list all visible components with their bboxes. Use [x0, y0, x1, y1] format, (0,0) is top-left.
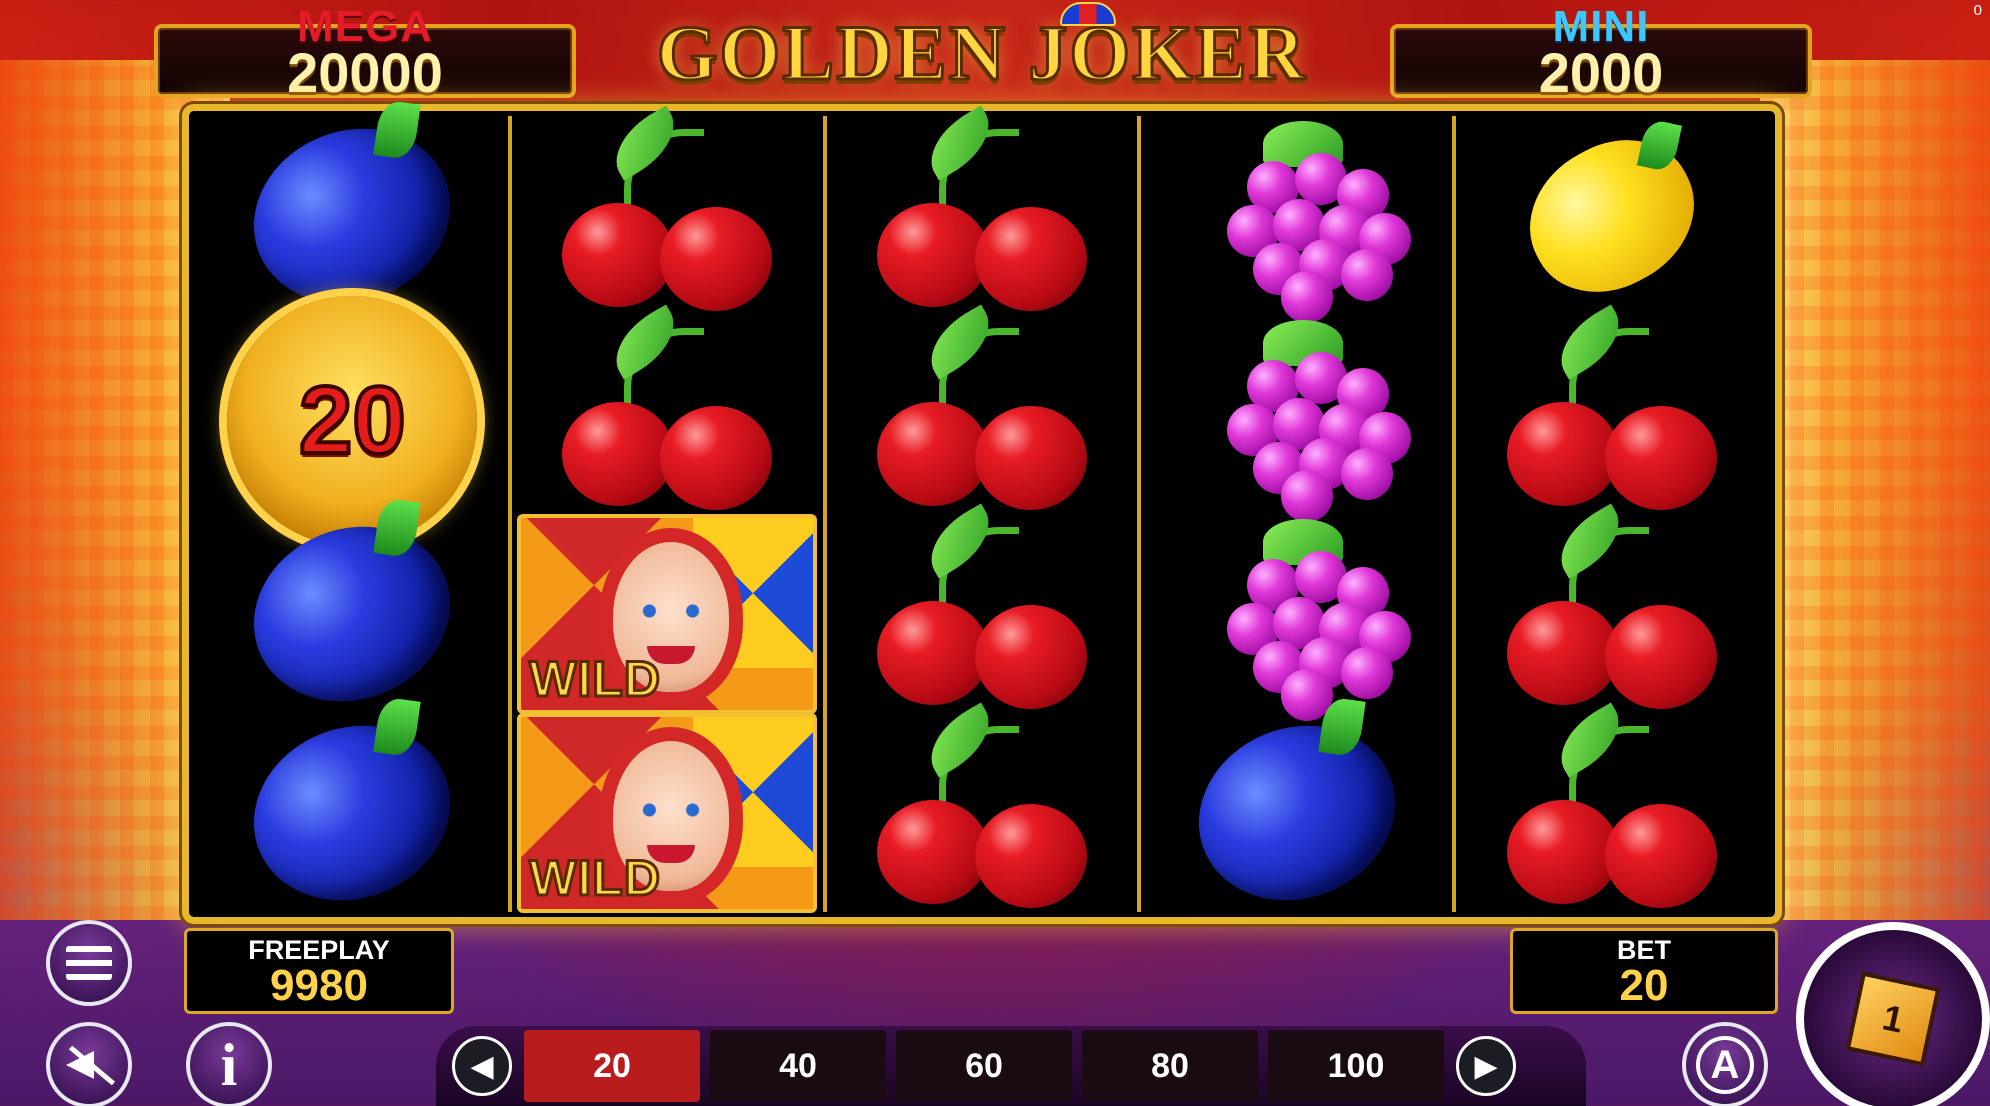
reel-cell: [1147, 117, 1447, 323]
info-button[interactable]: i: [186, 1022, 272, 1106]
reel-cell: [1147, 696, 1447, 929]
freeplay-value: 9980: [270, 961, 368, 1010]
reel-cell: [202, 99, 502, 332]
bet-selector: ◀ 20 40 60 80 100 ▶: [436, 1026, 1586, 1106]
chevron-right-icon: ▶: [1474, 1048, 1498, 1084]
reel-cell: [1462, 303, 1762, 514]
bet-option-40[interactable]: 40: [710, 1030, 886, 1102]
cherry-symbol: [562, 104, 773, 311]
reel-5: [1456, 113, 1767, 912]
cherry-symbol: [1506, 502, 1717, 709]
reel-1: 20: [197, 99, 512, 929]
chevron-left-icon: ◀: [470, 1048, 494, 1084]
bet-decrease-button[interactable]: ◀: [452, 1036, 512, 1096]
plum-symbol: [227, 497, 477, 730]
grapes-symbol: [1187, 120, 1411, 323]
reels-grid: 20 WILD WILD: [182, 99, 1782, 929]
wild-label: WILD: [528, 649, 662, 708]
autoplay-icon: A: [1696, 1036, 1754, 1094]
reel-4: [1141, 116, 1457, 929]
wild-joker-symbol: WILD: [517, 712, 818, 913]
cherry-symbol: [876, 502, 1087, 709]
reel-2: WILD WILD: [512, 104, 827, 913]
lemon-symbol: [1503, 113, 1720, 318]
grapes-symbol: [1187, 518, 1411, 721]
cherry-symbol: [562, 303, 773, 510]
grapes-symbol: [1187, 319, 1411, 522]
mini-jackpot: MINI 2000: [1390, 2, 1812, 104]
reel-cell: [1147, 316, 1447, 522]
info-icon: i: [220, 1032, 238, 1098]
game-logo: GOLDEN JOKER 100: [612, 2, 1352, 188]
mega-jackpot: MEGA 20000: [154, 2, 576, 104]
jester-hat-icon: [1060, 2, 1116, 26]
mega-jackpot-value: 20000: [287, 41, 443, 104]
wild-joker-symbol: WILD: [517, 513, 818, 714]
reel-cell: [1462, 502, 1762, 713]
autoplay-button[interactable]: A: [1682, 1022, 1768, 1106]
reel-cell: 20: [202, 295, 502, 546]
reel-cell: [517, 104, 817, 315]
reel-cell: [202, 497, 502, 730]
reel-cell: [517, 303, 817, 514]
menu-button[interactable]: [46, 920, 132, 1006]
right-fire-decoration: [1760, 60, 1990, 920]
spin-icon: 1: [1845, 971, 1941, 1067]
cherry-symbol: [1506, 701, 1717, 908]
reel-cell: WILD: [517, 513, 818, 714]
reel-cell: [1462, 113, 1762, 318]
coin-value: 20: [297, 365, 408, 476]
reel-cell: [202, 696, 502, 929]
corner-counter: 0: [1973, 2, 1982, 19]
cherry-symbol: [876, 104, 1087, 311]
bet-option-60[interactable]: 60: [896, 1030, 1072, 1102]
bet-display: BET 20: [1510, 928, 1778, 1014]
bonus-coin-symbol: 20: [227, 295, 478, 546]
reel-cell: [832, 303, 1132, 514]
reel-cell: [832, 502, 1132, 713]
freeplay-balance: FREEPLAY 9980: [184, 928, 454, 1014]
cherry-symbol: [1506, 303, 1717, 510]
reel-cell: WILD: [517, 712, 818, 913]
bet-option-100[interactable]: 100: [1268, 1030, 1444, 1102]
plum-symbol: [227, 696, 477, 929]
cherry-symbol: [876, 701, 1087, 908]
wild-label: WILD: [528, 848, 662, 907]
spin-button[interactable]: 1: [1796, 922, 1990, 1106]
reel-cell: [1147, 515, 1447, 721]
bet-options: 20 40 60 80 100: [524, 1030, 1444, 1102]
bet-increase-button[interactable]: ▶: [1456, 1036, 1516, 1096]
reel-cell: [832, 104, 1132, 315]
reel-3: [827, 104, 1142, 912]
cherry-symbol: [876, 303, 1087, 510]
bet-option-20[interactable]: 20: [524, 1030, 700, 1102]
mini-jackpot-value: 2000: [1538, 41, 1664, 104]
reel-cell: [832, 701, 1132, 912]
bet-option-80[interactable]: 80: [1082, 1030, 1258, 1102]
plum-symbol: [1172, 696, 1422, 929]
sound-toggle-button[interactable]: [46, 1022, 132, 1106]
reel-cell: [1462, 701, 1762, 912]
mute-speaker-icon: [64, 1043, 114, 1087]
bet-value: 20: [1619, 961, 1669, 1010]
hamburger-menu-icon: [66, 946, 112, 980]
